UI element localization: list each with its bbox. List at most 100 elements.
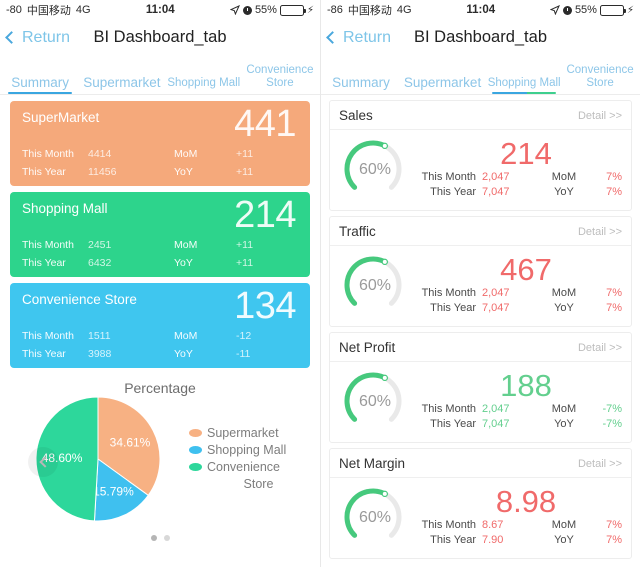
legend-item-supermarket[interactable]: Supermarket	[189, 426, 310, 440]
metric-month-label: This Month	[421, 403, 476, 416]
back-button[interactable]: Return	[321, 29, 391, 47]
metric-name: Traffic	[339, 224, 376, 239]
metric-row-year: This Year 7.90 YoY 7%	[414, 534, 628, 546]
kpi-row-year: This Year 3988 YoY -11	[22, 348, 298, 360]
tab-convenience-store[interactable]: Convenience Store	[562, 64, 638, 94]
tab-indicator	[568, 92, 632, 95]
kpi-card-convenience-store[interactable]: Convenience Store 134 This Month 1511 Mo…	[10, 283, 310, 368]
tab-supermarket[interactable]: Supermarket	[78, 75, 166, 94]
tab-indicator	[248, 92, 312, 95]
detail-link[interactable]: Detail >>	[578, 458, 622, 470]
tab-convenience-store-label: Convenience Store	[246, 64, 314, 90]
tab-shopping-mall[interactable]: Shopping Mall	[486, 77, 562, 94]
battery-icon	[599, 4, 626, 16]
kpi-main-value: 214	[234, 194, 296, 236]
metric-month-label: This Month	[421, 519, 476, 532]
kpi-mom-value: -12	[236, 330, 252, 342]
pagination-dot-2[interactable]	[163, 535, 170, 541]
gauge-percent-label: 60%	[358, 160, 392, 178]
detail-link[interactable]: Detail >>	[578, 110, 622, 122]
metric-row-month: This Month 2,047 MoM 7%	[414, 171, 628, 183]
legend-label-wrap: Store	[243, 477, 274, 491]
tab-convenience-store-label: Convenience Store	[566, 64, 634, 90]
tab-indicator	[172, 92, 236, 95]
kpi-card-supermarket[interactable]: SuperMarket 441 This Month 4414 MoM +11 …	[10, 101, 310, 186]
kpi-mom-label: MoM	[174, 330, 198, 342]
pie-slice-label: 34.61%	[109, 435, 150, 449]
kpi-month-label: This Month	[22, 148, 74, 160]
chevron-left-icon	[326, 31, 339, 44]
tab-summary[interactable]: Summary	[323, 75, 399, 94]
navigation-bar: Return BI Dashboard_tab	[321, 20, 640, 55]
tab-active-indicator	[8, 91, 73, 94]
signal-strength-text: -86	[327, 4, 343, 16]
legend-color-swatch	[189, 463, 202, 471]
left-phone-screen: -80 中国移动 4G 11:04 55% ⚡ Return BI Dashbo…	[0, 0, 320, 567]
metric-card-traffic[interactable]: Traffic Detail >> 60% 467 This Month 2,047 MoM…	[329, 216, 632, 327]
metric-year-label: This Year	[430, 302, 476, 315]
kpi-mom-value: +11	[236, 148, 254, 160]
signal-strength-text: -80	[6, 4, 22, 16]
tab-convenience-store[interactable]: Convenience Store	[242, 64, 318, 94]
carrier-name: 中国移动	[347, 5, 392, 17]
tab-bar: Summary Supermarket Shopping Mall Conven…	[0, 55, 320, 95]
metric-month-value: 2,047	[482, 403, 510, 416]
metric-row-year: This Year 7,047 YoY 7%	[414, 302, 628, 314]
legend-item-convenience-store[interactable]: Convenience	[189, 460, 310, 474]
metric-card-body: 60% 214 This Month 2,047 MoM 7% This Year 7,047…	[330, 130, 631, 210]
kpi-month-value: 1511	[88, 330, 111, 342]
percentage-pie-panel: Percentage 34.61% 15.79% 48.60% Supermarke…	[10, 374, 310, 549]
tab-shopping-mall[interactable]: Shopping Mall	[166, 77, 242, 94]
lightning-bolt-icon: ⚡	[626, 4, 634, 16]
kpi-month-label: This Month	[22, 239, 74, 251]
metric-year-label: This Year	[430, 186, 476, 199]
alarm-clock-icon	[562, 5, 572, 15]
chevron-left-icon	[5, 31, 18, 44]
metric-month-label: This Month	[421, 171, 476, 184]
metric-card-header: Net Profit Detail >>	[330, 333, 631, 362]
metric-month-value: 8.67	[482, 519, 504, 532]
network-type: 4G	[75, 4, 91, 16]
metric-year-value: 7,047	[482, 418, 510, 431]
metric-card-list: Sales Detail >> 60% 214 This Month 2,047 MoM 7%…	[321, 95, 640, 559]
back-button-label: Return	[343, 28, 392, 46]
metric-card-sales[interactable]: Sales Detail >> 60% 214 This Month 2,047 MoM 7%…	[329, 100, 632, 211]
tab-summary[interactable]: Summary	[2, 75, 78, 94]
metric-card-header: Traffic Detail >>	[330, 217, 631, 246]
metric-values: 188 This Month 2,047 MoM -7% This Year 7,047 Yo…	[414, 367, 628, 431]
metric-yoy-value: -7%	[602, 418, 622, 431]
kpi-mom-label: MoM	[174, 148, 198, 160]
metric-year-value: 7,047	[482, 302, 510, 315]
legend-label: Shopping Mall	[207, 443, 287, 457]
metric-main-value: 467	[500, 251, 552, 287]
legend-color-swatch	[189, 446, 202, 454]
metric-card-net-margin[interactable]: Net Margin Detail >> 60% 8.98 This Month 8.67…	[329, 448, 632, 559]
legend-item-shopping-mall[interactable]: Shopping Mall	[189, 443, 310, 457]
metric-mom-label: MoM	[551, 287, 577, 300]
lightning-bolt-icon: ⚡	[306, 4, 314, 16]
detail-link[interactable]: Detail >>	[578, 342, 622, 354]
metric-yoy-label: YoY	[554, 186, 574, 199]
metric-month-label: This Month	[421, 287, 476, 300]
gauge-end-dot	[381, 490, 389, 498]
detail-link[interactable]: Detail >>	[578, 226, 622, 238]
back-button[interactable]: Return	[0, 29, 70, 47]
carrier-name: 中国移动	[26, 5, 71, 17]
metric-yoy-label: YoY	[554, 534, 574, 547]
kpi-card-shopping-mall[interactable]: Shopping Mall 214 This Month 2451 MoM +1…	[10, 192, 310, 277]
metric-name: Net Margin	[339, 456, 406, 471]
pagination-dot-1[interactable]	[150, 535, 157, 541]
metric-main-value: 214	[500, 135, 552, 171]
chevron-left-circle-icon[interactable]	[28, 446, 58, 477]
metric-card-net-profit[interactable]: Net Profit Detail >> 60% 188 This Month 2,047…	[329, 332, 632, 443]
metric-main-value: 188	[500, 367, 552, 403]
kpi-detail-rows: This Month 2451 MoM +11 This Year 6432 Y…	[22, 233, 298, 269]
metric-mom-value: 7%	[606, 171, 622, 184]
gauge-percent-label: 60%	[358, 508, 392, 526]
location-arrow-icon	[229, 5, 240, 15]
gauge-end-dot	[381, 374, 389, 382]
tab-supermarket[interactable]: Supermarket	[399, 75, 486, 94]
tab-indicator	[329, 92, 393, 95]
dual-screenshot-container: -80 中国移动 4G 11:04 55% ⚡ Return BI Dashbo…	[0, 0, 640, 567]
kpi-yoy-label: YoY	[174, 257, 193, 269]
